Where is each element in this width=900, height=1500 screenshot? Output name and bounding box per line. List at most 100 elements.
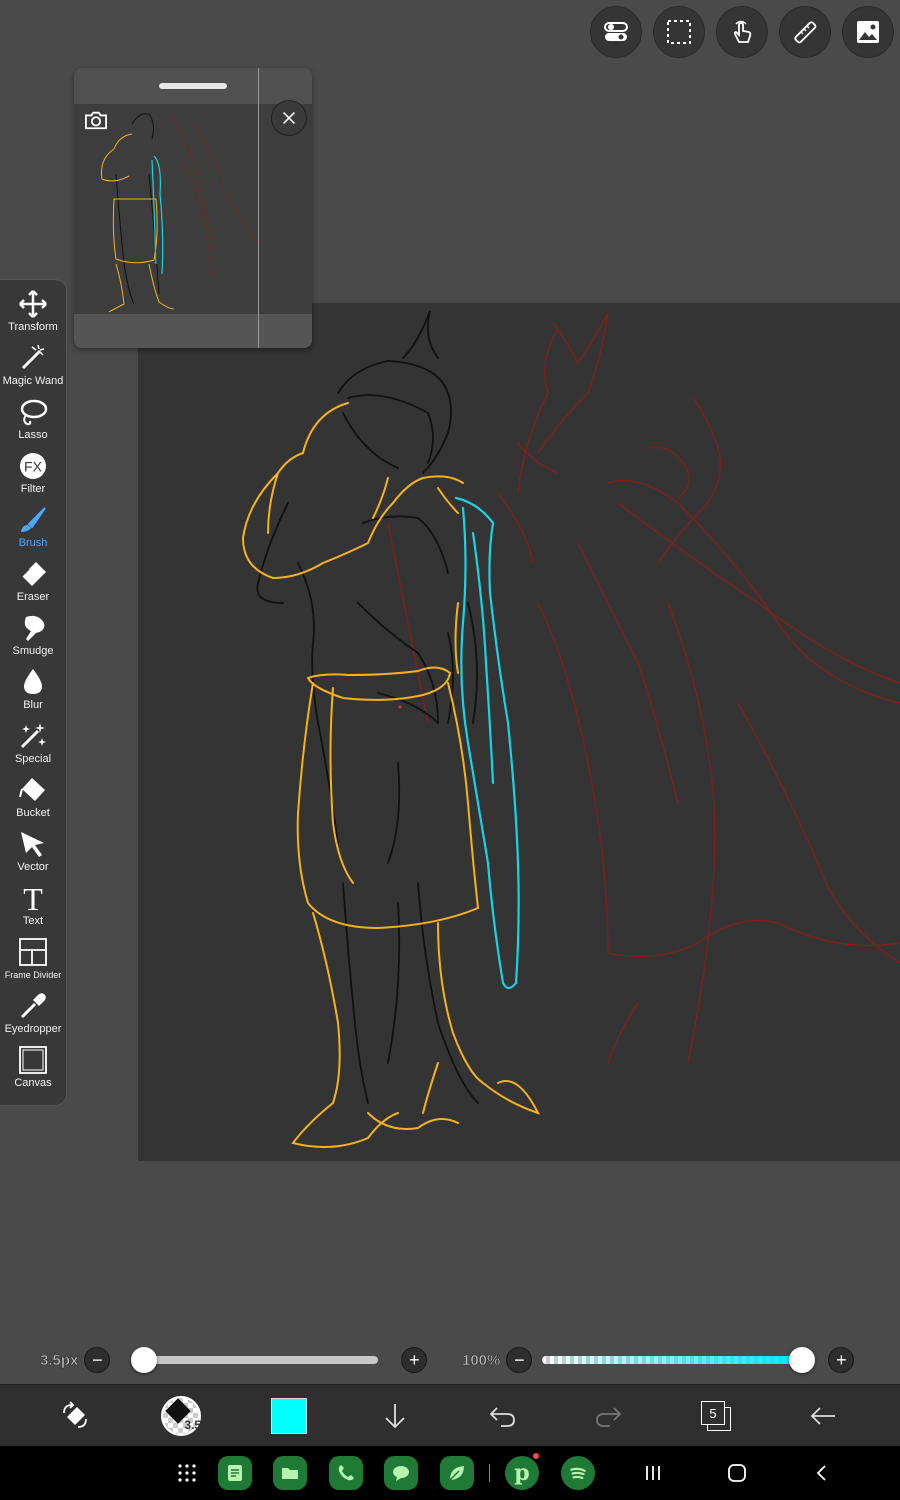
opacity-slider[interactable] — [542, 1347, 816, 1373]
recents-icon[interactable] — [636, 1456, 670, 1490]
apps-grid-icon[interactable] — [170, 1456, 204, 1490]
tool-label: Vector — [17, 861, 49, 873]
tool-label: Frame Divider — [4, 970, 62, 980]
tool-lasso[interactable]: Lasso — [0, 396, 66, 450]
image-icon[interactable] — [842, 6, 894, 58]
brush-size-thumb[interactable] — [131, 1347, 158, 1373]
tool-magic-wand[interactable]: Magic Wand — [0, 342, 66, 396]
blur-icon — [16, 666, 50, 698]
frame-divider-icon — [16, 936, 50, 968]
phone-app-icon[interactable] — [329, 1456, 363, 1490]
reference-split-line[interactable] — [258, 68, 259, 348]
tool-blur[interactable]: Blur — [0, 666, 66, 720]
tool-label: Transform — [8, 321, 58, 333]
fx-icon: FX — [16, 450, 50, 482]
notes-app-icon[interactable] — [218, 1456, 252, 1490]
tool-transform[interactable]: Transform — [0, 288, 66, 342]
tool-vector[interactable]: Vector — [0, 828, 66, 882]
text-icon: T — [16, 882, 50, 914]
tool-label: Filter — [20, 483, 46, 495]
opacity-decrease-button[interactable]: − — [506, 1347, 533, 1373]
tool-label: Smudge — [12, 645, 54, 657]
svg-text:FX: FX — [24, 459, 43, 475]
current-color — [271, 1398, 307, 1434]
tool-label: Canvas — [14, 1077, 52, 1089]
tool-frame-divider[interactable]: Frame Divider — [0, 936, 66, 990]
tool-label: Text — [22, 915, 44, 927]
brush-size-value: 3.5px — [40, 1351, 79, 1369]
undo-icon[interactable] — [481, 1395, 523, 1437]
brush-preview-icon[interactable]: 3.5 — [160, 1395, 202, 1437]
selection-icon[interactable] — [653, 6, 705, 58]
vector-icon — [16, 828, 50, 860]
dock-separator — [489, 1464, 490, 1482]
tool-label: Eraser — [16, 591, 50, 603]
tool-panel: Transform Magic Wand Lasso FX Filter Bru… — [0, 279, 67, 1106]
drawing-canvas[interactable] — [138, 303, 900, 1161]
brush-icon — [16, 504, 50, 536]
brush-size-badge: 3.5 — [184, 1418, 201, 1432]
tool-label: Special — [14, 753, 52, 765]
swap-tool-icon[interactable] — [54, 1395, 96, 1437]
tool-eraser[interactable]: Eraser — [0, 558, 66, 612]
eraser-icon — [16, 558, 50, 590]
system-nav-bar: p — [0, 1446, 900, 1500]
tool-label: Bucket — [16, 807, 50, 819]
files-app-icon[interactable] — [273, 1456, 307, 1490]
drag-handle[interactable] — [159, 83, 227, 89]
smudge-icon — [16, 612, 50, 644]
canvas-icon — [16, 1044, 50, 1076]
opacity-slider-row: 100% − + — [462, 1344, 855, 1376]
brush-size-slider[interactable] — [131, 1347, 379, 1373]
camera-icon[interactable] — [78, 104, 114, 136]
layer-count: 5 — [709, 1405, 717, 1421]
back-icon[interactable] — [805, 1456, 839, 1490]
tool-canvas[interactable]: Canvas — [0, 1044, 66, 1098]
reference-window[interactable] — [74, 68, 312, 348]
pinterest-icon[interactable]: p — [505, 1453, 539, 1490]
opacity-value: 100% — [462, 1351, 501, 1369]
tool-text[interactable]: T Text — [0, 882, 66, 936]
lasso-icon — [16, 396, 50, 428]
reference-window-footer — [74, 314, 312, 348]
back-arrow-icon[interactable] — [802, 1395, 844, 1437]
brush-size-increase-button[interactable]: + — [401, 1347, 428, 1373]
tool-smudge[interactable]: Smudge — [0, 612, 66, 666]
tool-eyedropper[interactable]: Eyedropper — [0, 990, 66, 1044]
special-icon — [16, 720, 50, 752]
tool-label: Blur — [23, 699, 43, 711]
tool-special[interactable]: Special — [0, 720, 66, 774]
tool-label: Brush — [18, 537, 48, 549]
home-icon[interactable] — [720, 1456, 754, 1490]
reference-window-header[interactable] — [74, 68, 312, 104]
tool-brush[interactable]: Brush — [0, 504, 66, 558]
ruler-icon[interactable] — [779, 6, 831, 58]
opacity-gradient — [542, 1356, 803, 1364]
tool-label: Magic Wand — [2, 375, 64, 387]
opacity-increase-button[interactable]: + — [828, 1347, 855, 1373]
brush-size-slider-row: 3.5px − + — [40, 1344, 428, 1376]
transform-icon — [16, 288, 50, 320]
svg-text:T: T — [23, 883, 43, 913]
magic-wand-icon — [16, 342, 50, 374]
tool-filter[interactable]: FX Filter — [0, 450, 66, 504]
tool-label: Lasso — [18, 429, 48, 441]
layers-icon[interactable]: 5 — [695, 1395, 737, 1437]
redo-icon[interactable] — [588, 1395, 630, 1437]
brush-size-decrease-button[interactable]: − — [84, 1347, 111, 1373]
toggle-icon[interactable] — [590, 6, 642, 58]
download-arrow-icon[interactable] — [374, 1395, 416, 1437]
spotify-icon[interactable] — [561, 1456, 595, 1490]
color-swatch[interactable] — [268, 1395, 310, 1437]
tool-label: Eyedropper — [4, 1023, 62, 1035]
touch-icon[interactable] — [716, 6, 768, 58]
close-icon[interactable] — [271, 100, 307, 136]
bucket-icon — [16, 774, 50, 806]
tool-bucket[interactable]: Bucket — [0, 774, 66, 828]
leaf-app-icon[interactable] — [440, 1456, 474, 1490]
top-toolbar — [590, 6, 894, 58]
opacity-thumb[interactable] — [789, 1347, 816, 1373]
bottom-toolbar: 3.5 5 — [0, 1384, 900, 1446]
eyedropper-icon — [16, 990, 50, 1022]
chat-app-icon[interactable] — [384, 1456, 418, 1490]
